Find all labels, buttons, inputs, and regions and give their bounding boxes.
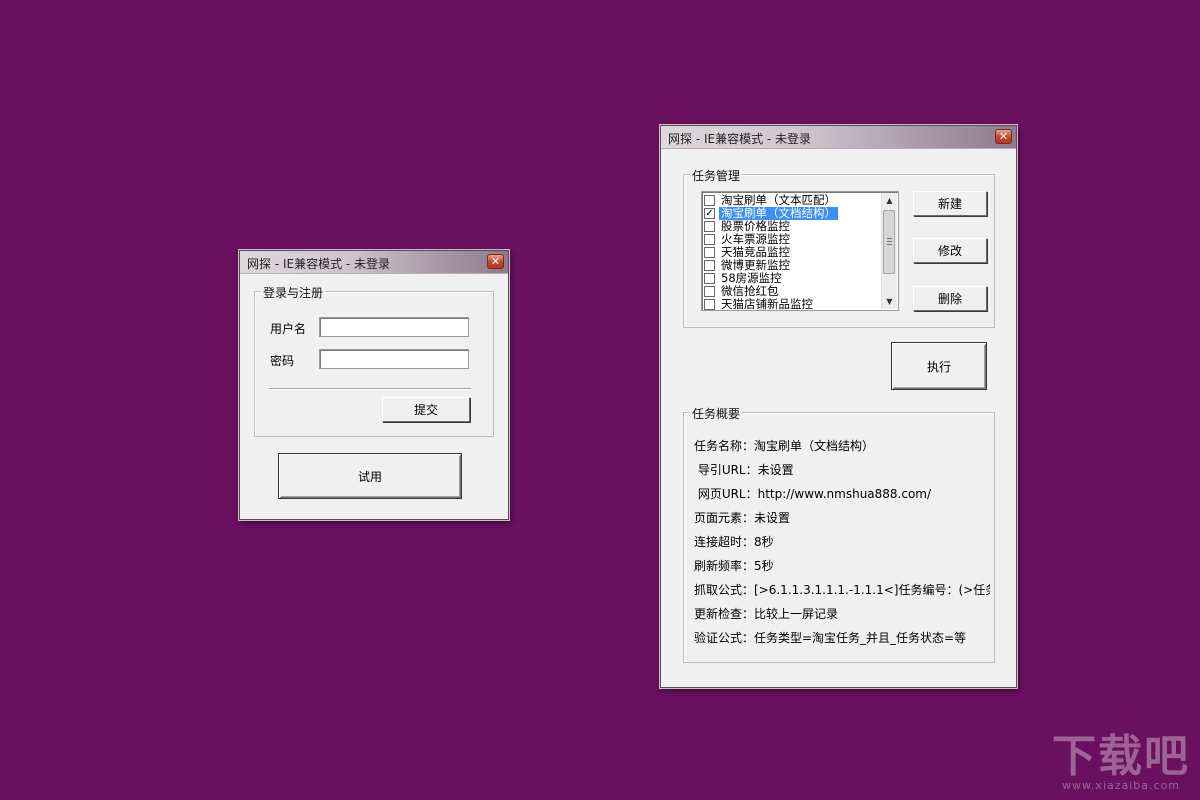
login-window-title: 网探 - IE兼容模式 - 未登录	[247, 257, 391, 271]
execute-button[interactable]: 执行	[891, 342, 987, 390]
delete-task-button[interactable]: 删除	[913, 286, 987, 311]
submit-button[interactable]: 提交	[382, 397, 470, 422]
task-checkbox[interactable]	[704, 260, 715, 271]
task-management-group: 任务管理 ▲ ▼ 淘宝刷单（文本匹配） ✓ 淘宝刷单（文档结构） 股票价格监控 火车票源…	[683, 167, 995, 328]
summary-line: 导引URL：未设置	[694, 463, 794, 477]
scroll-down-icon[interactable]: ▼	[882, 294, 897, 309]
task-checkbox[interactable]	[704, 221, 715, 232]
summary-line: 网页URL：http://www.nmshua888.com/	[694, 487, 932, 501]
watermark-title: 下载吧	[1052, 731, 1190, 782]
main-window-title: 网探 - IE兼容模式 - 未登录	[668, 132, 812, 146]
new-task-button[interactable]: 新建	[913, 191, 987, 216]
username-label: 用户名	[270, 322, 307, 336]
form-divider	[269, 388, 471, 390]
task-summary-group-title: 任务概要	[690, 405, 743, 422]
task-checkbox[interactable]: ✓	[704, 208, 715, 219]
task-list-scrollbar[interactable]: ▲ ▼	[881, 193, 897, 309]
password-label: 密码	[270, 354, 295, 368]
login-title-bar[interactable]: 网探 - IE兼容模式 - 未登录 ✕	[240, 251, 508, 274]
summary-line: 抓取公式：[>6.1.1.3.1.1.1.-1.1.1<]任务编号：(>任务编	[694, 583, 990, 597]
task-summary-group: 任务概要 任务名称：淘宝刷单（文档结构） 导引URL：未设置 网页URL：htt…	[683, 405, 995, 663]
summary-line: 页面元素：未设置	[694, 511, 791, 525]
task-checkbox[interactable]	[704, 286, 715, 297]
task-checkbox[interactable]	[704, 273, 715, 284]
task-checkbox[interactable]	[704, 247, 715, 258]
summary-line: 验证公式：任务类型=淘宝任务_并且_任务状态=等	[694, 631, 967, 645]
task-list-item[interactable]: 天猫店铺新品监控	[704, 297, 815, 311]
task-management-group-title: 任务管理	[690, 167, 743, 184]
task-checkbox[interactable]	[704, 234, 715, 245]
summary-line: 任务名称：淘宝刷单（文档结构）	[694, 439, 875, 453]
summary-line: 更新检查：比较上一屏记录	[694, 607, 839, 621]
task-checkbox[interactable]	[704, 195, 715, 206]
scroll-up-icon[interactable]: ▲	[882, 193, 897, 208]
login-window: 网探 - IE兼容模式 - 未登录 ✕ 登录与注册 用户名 密码 提交 试用	[239, 250, 509, 520]
edit-task-button[interactable]: 修改	[913, 238, 987, 263]
password-field[interactable]	[319, 349, 469, 369]
close-icon[interactable]: ✕	[995, 129, 1012, 144]
task-checkbox[interactable]	[704, 299, 715, 310]
summary-line: 连接超时：8秒	[694, 535, 774, 549]
scroll-thumb[interactable]	[883, 210, 895, 274]
login-register-group-title: 登录与注册	[261, 284, 326, 301]
watermark-logo: 下载吧 www.xiazaiba.com	[1052, 731, 1190, 793]
watermark-url: www.xiazaiba.com	[1061, 779, 1181, 792]
main-window: 网探 - IE兼容模式 - 未登录 ✕ 任务管理 ▲ ▼ 淘宝刷单（文本匹配） ✓…	[660, 125, 1017, 688]
login-register-group: 登录与注册 用户名 密码 提交	[254, 284, 494, 437]
trial-button[interactable]: 试用	[278, 453, 462, 499]
main-title-bar[interactable]: 网探 - IE兼容模式 - 未登录 ✕	[661, 126, 1016, 149]
task-list[interactable]: ▲ ▼ 淘宝刷单（文本匹配） ✓ 淘宝刷单（文档结构） 股票价格监控 火车票源监控 天猫竞…	[701, 191, 899, 311]
close-icon[interactable]: ✕	[487, 254, 504, 269]
summary-line: 刷新频率：5秒	[694, 559, 774, 573]
task-label: 天猫店铺新品监控	[721, 297, 813, 311]
username-field[interactable]	[319, 317, 469, 337]
